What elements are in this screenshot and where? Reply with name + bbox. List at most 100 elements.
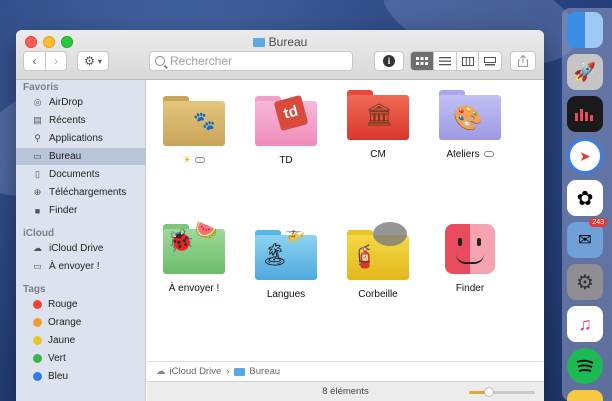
sidebar-item-airdrop[interactable]: ◎ AirDrop (16, 94, 146, 111)
cloud-icon (483, 151, 494, 157)
sidebar-tag-blue[interactable]: Bleu (16, 368, 146, 385)
sidebar-section-icloud: iCloud (23, 228, 55, 239)
tag-dot-icon (33, 318, 42, 327)
sidebar-item-downloads[interactable]: ⊕ Téléchargements (16, 184, 146, 201)
finder-dock-icon[interactable] (567, 12, 603, 48)
safari-icon[interactable]: ➤ (567, 138, 603, 174)
sidebar-item-finder[interactable]: ■ Finder (16, 202, 146, 219)
list-view-button[interactable] (433, 52, 456, 70)
folder-item-cm[interactable]: 🏛 CM (333, 90, 423, 162)
folder-icon: ■ (34, 205, 41, 216)
window-title: Bureau (16, 34, 544, 50)
tag-dot-icon (33, 354, 42, 363)
sidebar-section-tags: Tags (23, 284, 46, 295)
view-mode-buttons (410, 51, 502, 71)
paw-folder-icon: 🐾 (163, 96, 225, 146)
document-icon: ▯ (35, 169, 40, 179)
column-view-button[interactable] (455, 52, 479, 70)
share-button[interactable] (510, 51, 536, 71)
finder-window: Bureau ‹ › ⚙ ▾ Rechercher i Favoris ◎ Ai… (16, 30, 544, 401)
airdrop-icon: ◎ (33, 97, 42, 107)
file-grid: 🐾 ☀ td TD 🏛 CM 🎨 Ateliers 🐞 🍉 À envoyer … (147, 80, 544, 361)
dock: 🚀 ➤ ✿ ✉ 243 ⚙ ♫ (562, 8, 612, 401)
launchpad-icon[interactable]: 🚀 (567, 54, 603, 90)
slider-knob[interactable] (483, 387, 494, 397)
action-menu-button[interactable]: ⚙ ▾ (77, 51, 109, 71)
search-field[interactable]: Rechercher (149, 51, 353, 71)
ladybug-folder-icon: 🐞 🍉 (163, 220, 225, 274)
sidebar-item-recents[interactable]: ▤ Récents (16, 112, 146, 129)
folder-item-ateliers[interactable]: 🎨 Ateliers (425, 90, 515, 162)
tag-dot-icon (33, 336, 42, 345)
search-placeholder: Rechercher (170, 54, 233, 68)
sidebar: Favoris ◎ AirDrop ▤ Récents ⚲ Applications … (16, 80, 146, 401)
mail-badge: 243 (589, 218, 607, 227)
chevron-down-icon: ▾ (97, 56, 102, 66)
gallery-icon (484, 56, 497, 65)
folder-item-paw[interactable]: 🐾 ☀ (149, 96, 239, 168)
sidebar-item-documents[interactable]: ▯ Documents (16, 166, 146, 183)
tag-dot-icon (33, 300, 42, 309)
bars-icon (575, 109, 593, 121)
activity-monitor-icon[interactable] (567, 96, 603, 132)
music-icon[interactable]: ♫ (567, 306, 603, 342)
get-info-button[interactable]: i (374, 51, 404, 71)
sidebar-item-applications[interactable]: ⚲ Applications (16, 130, 146, 147)
cloud-icon: ☁ (156, 366, 166, 377)
desktop-icon: ▭ (33, 151, 42, 161)
folder-icon (252, 38, 265, 47)
forward-button[interactable]: › (44, 52, 66, 70)
photos-icon[interactable]: ✿ (567, 180, 603, 216)
path-bar: ☁ iCloud Drive › Bureau (147, 361, 544, 381)
back-button[interactable]: ‹ (24, 52, 45, 70)
cloud-icon (195, 157, 206, 163)
columns-icon (461, 56, 474, 66)
sidebar-tag-yellow[interactable]: Jaune (16, 332, 146, 349)
download-icon: ⊕ (33, 187, 42, 197)
navigation-buttons: ‹ › (23, 51, 67, 71)
sidebar-tag-green[interactable]: Vert (16, 350, 146, 367)
cloud-icon: ☁ (33, 243, 42, 253)
folder-item-corbeille[interactable]: 🧯 Corbeille (333, 222, 423, 302)
sidebar-tag-red[interactable]: Rouge (16, 296, 146, 313)
applications-icon: ⚲ (34, 133, 41, 143)
folder-icon: ▭ (33, 261, 42, 271)
spotify-waves-icon (576, 359, 594, 372)
td-folder-icon: td (255, 94, 317, 146)
info-icon: i (383, 55, 395, 67)
system-preferences-icon[interactable]: ⚙ (567, 264, 603, 300)
finder-app-item[interactable]: Finder (425, 224, 515, 296)
sidebar-item-a-envoyer[interactable]: ▭ À envoyer ! (16, 258, 146, 275)
folder-icon (234, 367, 246, 376)
notes-icon[interactable] (567, 390, 603, 401)
sidebar-tag-orange[interactable]: Orange (16, 314, 146, 331)
spotify-icon[interactable] (567, 348, 603, 384)
status-bar: 8 éléments (147, 381, 544, 401)
search-icon (155, 56, 165, 66)
folder-item-td[interactable]: td TD (241, 94, 331, 168)
icon-grid-icon (416, 56, 429, 65)
path-root[interactable]: iCloud Drive (170, 366, 222, 377)
tag-dot-icon (33, 372, 42, 381)
clock-icon: ▤ (33, 115, 42, 125)
folder-item-langues[interactable]: 🏝 🚁 Langues (241, 226, 331, 302)
toolbar: Bureau ‹ › ⚙ ▾ Rechercher i (16, 30, 544, 80)
fire-extinguisher-folder-icon: 🧯 (347, 222, 409, 280)
icon-view-button[interactable] (411, 52, 434, 70)
sun-icon: ☀ (182, 155, 192, 166)
island-folder-icon: 🏝 🚁 (255, 226, 317, 280)
gear-icon: ⚙ (84, 54, 95, 68)
sidebar-item-icloud-drive[interactable]: ☁ iCloud Drive (16, 240, 146, 257)
list-icon (439, 56, 452, 65)
gallery-view-button[interactable] (478, 52, 501, 70)
share-icon (518, 55, 528, 67)
icon-size-slider[interactable] (469, 387, 535, 397)
mail-icon[interactable]: ✉ 243 (567, 218, 607, 258)
finder-icon (445, 224, 495, 274)
sidebar-item-bureau[interactable]: ▭ Bureau (16, 148, 146, 165)
palette-folder-icon: 🎨 (439, 90, 501, 140)
cm-folder-icon: 🏛 (347, 90, 409, 140)
item-count: 8 éléments (322, 386, 369, 397)
folder-item-a-envoyer[interactable]: 🐞 🍉 À envoyer ! (149, 220, 239, 296)
path-current[interactable]: Bureau (249, 366, 280, 377)
